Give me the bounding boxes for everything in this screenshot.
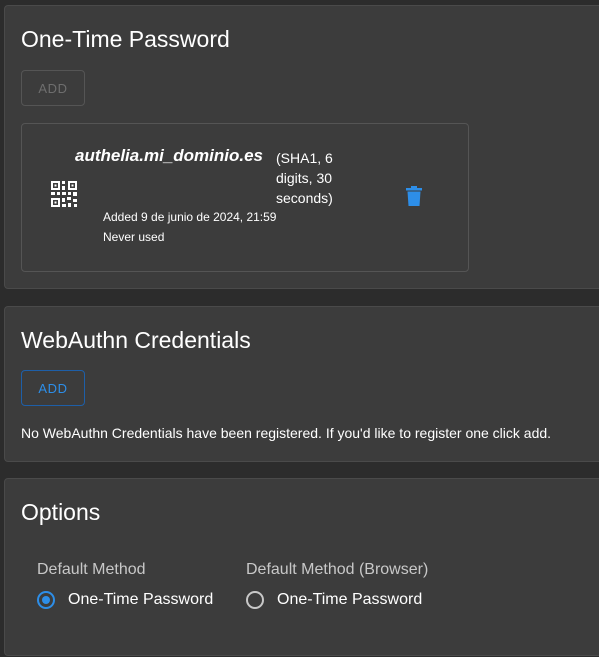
qr-code-icon <box>50 180 78 208</box>
otp-credential-name: authelia.mi_dominio.es <box>75 146 263 165</box>
default-method-otp-label: One-Time Password <box>68 591 214 608</box>
otp-title: One-Time Password <box>21 26 230 52</box>
otp-credential-added: Added 9 de junio de 2024, 21:59 <box>103 210 277 224</box>
default-method-browser-otp-radio[interactable]: One-Time Password <box>246 591 422 609</box>
otp-credential-params: (SHA1, 6 digits, 30 seconds) <box>276 150 333 206</box>
otp-add-button[interactable]: ADD <box>21 70 85 106</box>
options-panel: Options Default Method One-Time Password… <box>4 478 599 656</box>
default-method-browser-legend: Default Method (Browser) <box>246 561 429 578</box>
otp-panel: One-Time Password ADD authelia.mi_domini… <box>4 5 599 289</box>
radio-checked-icon[interactable] <box>37 591 55 609</box>
otp-credential-last-used: Never used <box>103 230 165 244</box>
radio-unchecked-icon[interactable] <box>246 591 264 609</box>
default-method-legend: Default Method <box>37 561 146 578</box>
trash-icon <box>406 186 422 206</box>
default-method-otp-radio[interactable]: One-Time Password <box>37 591 213 609</box>
webauthn-panel: WebAuthn Credentials ADD No WebAuthn Cre… <box>4 306 599 462</box>
webauthn-title: WebAuthn Credentials <box>21 327 251 353</box>
otp-credential-card: authelia.mi_dominio.es (SHA1, 6 digits, … <box>21 123 469 272</box>
default-method-browser-group: Default Method (Browser) One-Time Passwo… <box>246 561 429 609</box>
options-title: Options <box>21 499 101 525</box>
webauthn-empty-message: No WebAuthn Credentials have been regist… <box>21 425 552 441</box>
default-method-browser-otp-label: One-Time Password <box>277 591 423 608</box>
otp-delete-button[interactable] <box>402 184 426 208</box>
webauthn-add-button[interactable]: ADD <box>21 370 85 406</box>
default-method-group: Default Method One-Time Password <box>37 561 213 609</box>
